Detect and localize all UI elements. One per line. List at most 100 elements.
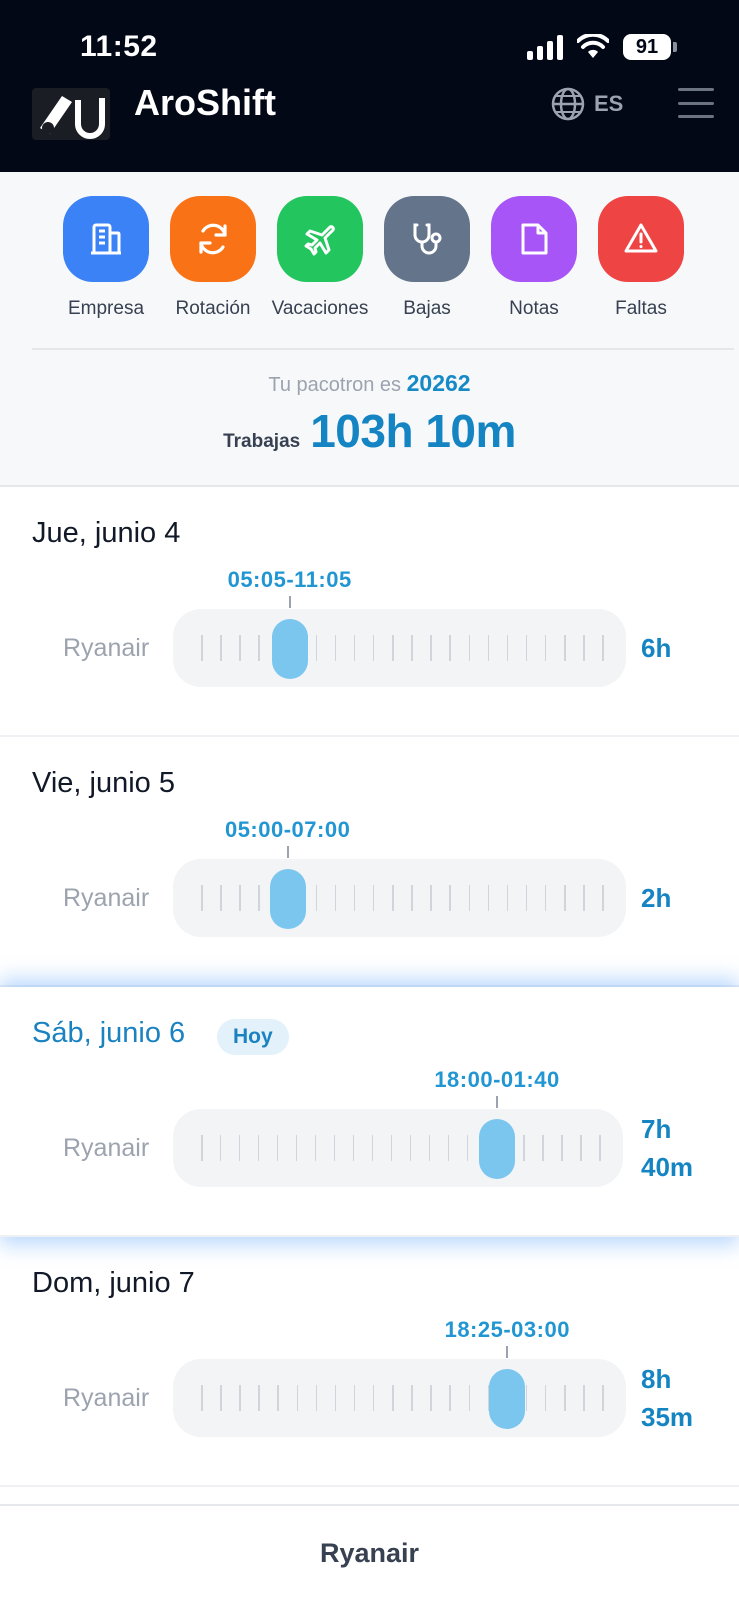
action-label: Vacaciones xyxy=(271,298,369,319)
shift-track[interactable] xyxy=(173,609,626,687)
track-tick xyxy=(315,1385,318,1411)
track-tick xyxy=(315,635,318,661)
track-tick xyxy=(353,635,356,661)
hours-part: 6h xyxy=(641,633,672,663)
track-tick xyxy=(506,635,509,661)
action-label: Rotación xyxy=(175,298,251,319)
pacotron-line: Tu pacotron es 20262 xyxy=(0,370,739,397)
track-tick xyxy=(239,1385,241,1411)
airline-label: Ryanair xyxy=(63,1383,150,1412)
action-empresa[interactable]: Empresa xyxy=(53,196,160,320)
track-tick xyxy=(352,1135,355,1161)
shift-hours: 7h 40m xyxy=(641,1109,693,1187)
track-tick xyxy=(449,1385,451,1411)
track-tick xyxy=(296,1385,299,1411)
track-tick xyxy=(468,885,471,911)
shift-track[interactable] xyxy=(173,859,626,937)
shift-time: 05:05-11:05 xyxy=(227,567,352,592)
action-faltas[interactable]: Faltas xyxy=(588,196,695,320)
language-selector[interactable]: ES xyxy=(550,86,623,122)
track-tick xyxy=(201,1385,203,1411)
day-card[interactable]: Vie, junio 5 05:00-07:00 Ryanair 2h xyxy=(0,737,739,987)
track-tick xyxy=(468,635,471,661)
track-tick xyxy=(411,885,413,911)
shift-thumb[interactable] xyxy=(269,869,306,929)
shift-thumb[interactable] xyxy=(479,1119,515,1179)
track-tick xyxy=(542,1135,544,1161)
action-bajas[interactable]: Bajas xyxy=(374,196,481,320)
track-tick xyxy=(428,1135,431,1161)
track-tick xyxy=(449,885,451,911)
track-tick xyxy=(544,885,547,911)
track-tick xyxy=(258,635,260,661)
stethoscope-icon[interactable] xyxy=(384,196,470,282)
warning-icon[interactable] xyxy=(598,196,684,282)
track-tick xyxy=(220,1385,222,1411)
track-tick xyxy=(314,1135,317,1161)
track-tick xyxy=(239,635,241,661)
company-selector[interactable]: Ryanair xyxy=(0,1504,739,1600)
track-ticks xyxy=(201,1385,604,1411)
shift-pin xyxy=(286,846,289,858)
worked-hours: Trabajas 103h 10m xyxy=(0,404,739,458)
track-tick xyxy=(580,1135,582,1161)
track-tick xyxy=(561,1135,563,1161)
track-tick xyxy=(602,1385,604,1411)
day-title: Vie, junio 5 xyxy=(32,767,175,799)
day-card[interactable]: Dom, junio 7 18:25-03:00 Ryanair 8h 35m xyxy=(0,1237,739,1487)
day-card-today[interactable]: Sáb, junio 6 Hoy 18:00-01:40 Ryanair 7h … xyxy=(0,987,739,1237)
app-header: 11:52 91 AroShift ES xyxy=(0,0,739,172)
shift-hours: 2h xyxy=(641,859,671,937)
worked-value: 103h 10m xyxy=(310,405,516,457)
track-tick xyxy=(238,1135,241,1161)
pacotron-value: 20262 xyxy=(406,370,471,396)
track-tick xyxy=(409,1135,412,1161)
track-tick xyxy=(468,1385,471,1411)
track-tick xyxy=(333,1135,336,1161)
action-rotacion[interactable]: Rotación xyxy=(160,196,267,320)
track-tick xyxy=(201,885,203,911)
note-icon[interactable] xyxy=(491,196,577,282)
building-icon[interactable] xyxy=(63,196,149,282)
shift-hours: 6h xyxy=(641,609,671,687)
track-tick xyxy=(220,635,222,661)
day-card[interactable]: Jue, junio 4 05:05-11:05 Ryanair 6h xyxy=(0,487,739,737)
airline-label: Ryanair xyxy=(63,883,150,912)
action-notas[interactable]: Notas xyxy=(481,196,588,320)
plane-icon[interactable] xyxy=(277,196,363,282)
shift-hours: 8h 35m xyxy=(641,1359,693,1437)
track-tick xyxy=(487,885,490,911)
shift-pin xyxy=(288,596,291,608)
track-tick xyxy=(276,1135,279,1161)
shift-thumb[interactable] xyxy=(271,619,308,679)
track-tick xyxy=(525,885,528,911)
action-label: Notas xyxy=(509,298,559,319)
track-tick xyxy=(564,1385,566,1411)
shift-thumb[interactable] xyxy=(489,1369,526,1429)
day-title: Jue, junio 4 xyxy=(32,517,181,549)
shift-time: 05:00-07:00 xyxy=(224,817,351,842)
minutes-part: 35m xyxy=(641,1402,694,1432)
shift-track[interactable] xyxy=(173,1109,623,1187)
track-tick xyxy=(430,635,432,661)
hours-part: 2h xyxy=(641,883,672,913)
track-tick xyxy=(371,1135,374,1161)
shift-pin xyxy=(496,1096,498,1108)
track-tick xyxy=(564,635,566,661)
track-tick xyxy=(506,885,509,911)
track-tick xyxy=(334,885,337,911)
track-tick xyxy=(201,635,203,661)
rotate-icon[interactable] xyxy=(170,196,256,282)
menu-icon[interactable] xyxy=(678,88,714,118)
track-tick xyxy=(523,1135,525,1161)
track-tick xyxy=(353,885,356,911)
airline-label: Ryanair xyxy=(63,633,150,662)
shift-time: 18:00-01:40 xyxy=(434,1067,560,1092)
battery-icon: 91 xyxy=(623,34,677,60)
app-logo[interactable] xyxy=(32,88,110,140)
track-tick xyxy=(277,1385,279,1411)
track-tick xyxy=(392,885,394,911)
shift-track[interactable] xyxy=(173,1359,626,1437)
action-vacaciones[interactable]: Vacaciones xyxy=(267,196,374,320)
track-tick xyxy=(430,1385,432,1411)
